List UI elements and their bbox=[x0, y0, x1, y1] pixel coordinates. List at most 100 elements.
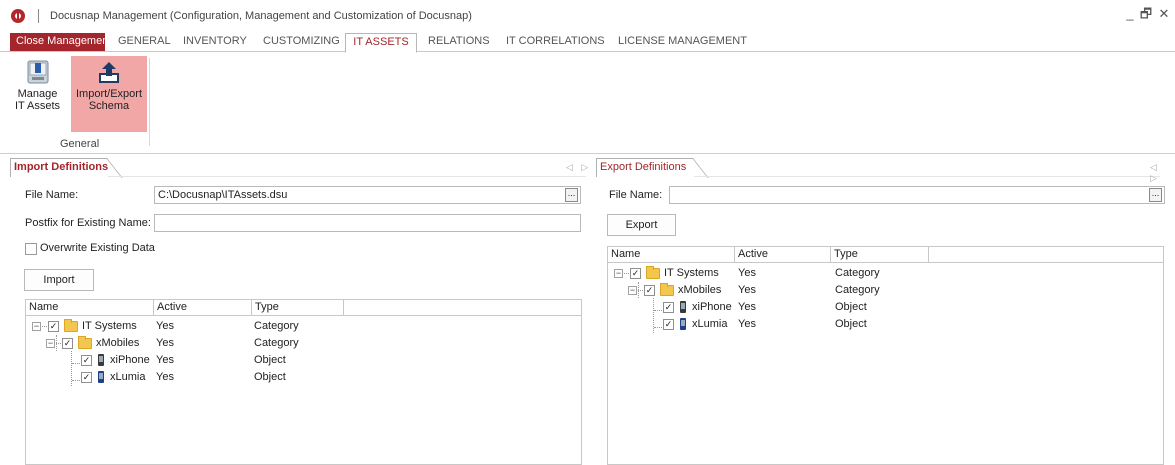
row-checkbox[interactable]: ✓ bbox=[630, 268, 641, 279]
export-col-active[interactable]: Active bbox=[735, 247, 831, 263]
export-file-name-label: File Name: bbox=[609, 189, 663, 201]
manage-it-assets-button[interactable]: Manage IT Assets bbox=[7, 56, 68, 132]
import-col-name[interactable]: Name bbox=[26, 300, 154, 316]
import-browse-button[interactable]: ... bbox=[565, 188, 578, 202]
tree-line bbox=[42, 326, 47, 327]
export-col-type[interactable]: Type bbox=[831, 247, 929, 263]
overwrite-checkbox[interactable] bbox=[25, 243, 37, 255]
import-grid[interactable]: Name Active Type − ✓ IT Systems Yes Cate… bbox=[25, 299, 582, 465]
row-type: Object bbox=[835, 301, 867, 313]
close-management-button[interactable]: Close Management bbox=[10, 33, 111, 52]
collapse-icon[interactable]: − bbox=[614, 269, 623, 278]
row-name: xiPhone bbox=[110, 354, 150, 366]
table-row[interactable]: ✓ xLumia Yes Object bbox=[26, 369, 581, 386]
export-button[interactable]: Export bbox=[607, 214, 676, 236]
folder-icon bbox=[64, 319, 78, 332]
docusnap-logo-icon[interactable] bbox=[11, 9, 25, 23]
folder-icon bbox=[646, 266, 660, 279]
tab-relations[interactable]: RELATIONS bbox=[422, 33, 492, 52]
collapse-icon[interactable]: − bbox=[32, 322, 41, 331]
import-export-schema-button[interactable]: Import/Export Schema bbox=[71, 56, 147, 132]
row-checkbox[interactable]: ✓ bbox=[62, 338, 73, 349]
row-checkbox[interactable]: ✓ bbox=[663, 319, 674, 330]
row-type: Object bbox=[254, 354, 286, 366]
phone-icon bbox=[98, 354, 104, 366]
row-active: Yes bbox=[156, 371, 174, 383]
import-col-active[interactable]: Active bbox=[154, 300, 252, 316]
row-type: Category bbox=[254, 337, 299, 349]
table-row[interactable]: ✓ xiPhone Yes Object bbox=[26, 352, 581, 369]
folder-icon bbox=[78, 336, 92, 349]
tab-customizing[interactable]: CUSTOMIZING bbox=[257, 33, 341, 52]
table-row[interactable]: − ✓ IT Systems Yes Category bbox=[26, 318, 581, 335]
row-active: Yes bbox=[156, 354, 174, 366]
minimize-button[interactable]: _ bbox=[1122, 6, 1138, 22]
import-col-type[interactable]: Type bbox=[252, 300, 344, 316]
row-active: Yes bbox=[156, 337, 174, 349]
row-checkbox[interactable]: ✓ bbox=[663, 302, 674, 313]
import-button[interactable]: Import bbox=[24, 269, 94, 291]
export-browse-button[interactable]: ... bbox=[1149, 188, 1162, 202]
table-row[interactable]: − ✓ xMobiles Yes Category bbox=[608, 282, 1163, 299]
export-file-name-input[interactable] bbox=[669, 186, 1165, 204]
title-separator bbox=[38, 9, 39, 23]
tree-line bbox=[56, 343, 61, 344]
phone-icon bbox=[680, 301, 686, 313]
row-name: xMobiles bbox=[678, 284, 722, 296]
import-label-line1: Import/Export bbox=[75, 88, 143, 100]
tab-inventory[interactable]: INVENTORY bbox=[177, 33, 252, 52]
row-type: Object bbox=[835, 318, 867, 330]
ribbon-group-label: General bbox=[60, 138, 100, 150]
row-name: IT Systems bbox=[664, 267, 719, 279]
folder-icon bbox=[660, 283, 674, 296]
manage-label-line2: IT Assets bbox=[14, 100, 61, 112]
import-file-name-input[interactable]: C:\Docusnap\ITAssets.dsu bbox=[154, 186, 581, 204]
table-row[interactable]: − ✓ xMobiles Yes Category bbox=[26, 335, 581, 352]
export-col-name[interactable]: Name bbox=[608, 247, 735, 263]
close-window-button[interactable]: ✕ bbox=[1156, 6, 1172, 22]
row-checkbox[interactable]: ✓ bbox=[81, 372, 92, 383]
row-checkbox[interactable]: ✓ bbox=[81, 355, 92, 366]
postfix-label: Postfix for Existing Name: bbox=[25, 217, 151, 229]
import-tab-line bbox=[108, 176, 586, 177]
row-type: Object bbox=[254, 371, 286, 383]
collapse-icon[interactable]: − bbox=[46, 339, 55, 348]
collapse-icon[interactable]: − bbox=[628, 286, 637, 295]
tab-license-management[interactable]: LICENSE MANAGEMENT bbox=[612, 33, 747, 52]
export-tab-line bbox=[694, 176, 1160, 177]
table-row[interactable]: ✓ xiPhone Yes Object bbox=[608, 299, 1163, 316]
row-checkbox[interactable]: ✓ bbox=[48, 321, 59, 332]
import-nav-arrows-icon[interactable]: ◁ ▷ bbox=[566, 162, 591, 173]
row-active: Yes bbox=[738, 318, 756, 330]
overwrite-label: Overwrite Existing Data bbox=[40, 242, 155, 254]
title-bar: Docusnap Management (Configuration, Mana… bbox=[0, 0, 1175, 32]
tab-it-correlations[interactable]: IT CORRELATIONS bbox=[500, 33, 606, 52]
import-file-name-label: File Name: bbox=[25, 189, 79, 201]
postfix-input[interactable] bbox=[154, 214, 581, 232]
tab-general[interactable]: GENERAL bbox=[112, 33, 174, 52]
table-row[interactable]: − ✓ IT Systems Yes Category bbox=[608, 265, 1163, 282]
row-type: Category bbox=[254, 320, 299, 332]
export-nav-arrows-icon[interactable]: ◁ ▷ bbox=[1150, 162, 1175, 184]
row-name: xLumia bbox=[692, 318, 728, 330]
restore-button[interactable]: 🗗 bbox=[1138, 6, 1154, 22]
import-label-line2: Schema bbox=[88, 100, 130, 112]
export-definitions-tab[interactable]: Export Definitions bbox=[596, 158, 686, 177]
export-grid-header: Name Active Type bbox=[608, 247, 1163, 263]
lumia-phone-icon bbox=[98, 371, 104, 383]
row-active: Yes bbox=[738, 267, 756, 279]
row-checkbox[interactable]: ✓ bbox=[644, 285, 655, 296]
row-name: xLumia bbox=[110, 371, 146, 383]
ribbon-bottom-border bbox=[0, 153, 1175, 154]
it-assets-icon bbox=[26, 60, 50, 84]
row-name: xMobiles bbox=[96, 337, 140, 349]
ribbon-group-separator bbox=[149, 58, 150, 146]
row-active: Yes bbox=[738, 301, 756, 313]
row-type: Category bbox=[835, 267, 880, 279]
tab-it-assets[interactable]: IT ASSETS bbox=[345, 33, 417, 53]
manage-label-line1: Manage bbox=[17, 88, 58, 100]
export-grid[interactable]: Name Active Type − ✓ IT Systems Yes Cate… bbox=[607, 246, 1164, 465]
table-row[interactable]: ✓ xLumia Yes Object bbox=[608, 316, 1163, 333]
window-title: Docusnap Management (Configuration, Mana… bbox=[50, 10, 472, 22]
import-definitions-tab[interactable]: Import Definitions bbox=[10, 158, 108, 177]
